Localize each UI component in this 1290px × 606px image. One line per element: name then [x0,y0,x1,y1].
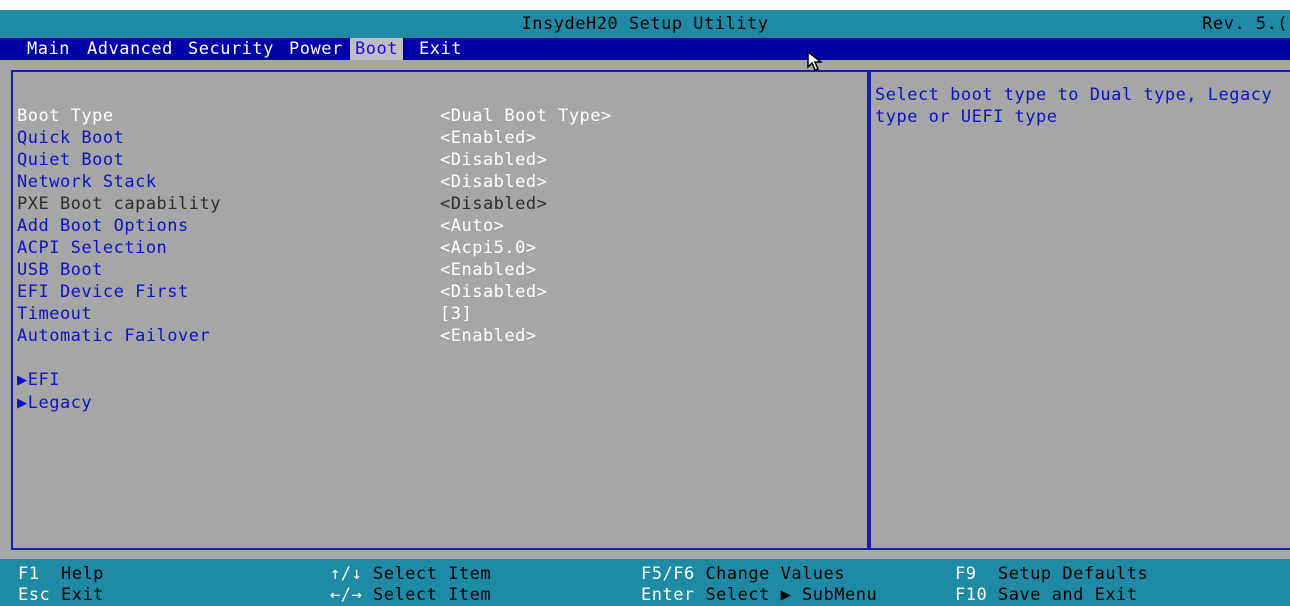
mouse-pointer-icon [807,50,824,71]
tab-boot[interactable]: Boot [350,38,403,60]
legend-select-item-horizontal: ←/→ Select Item [330,585,491,606]
legend-key: ←/→ [330,585,363,605]
setting-value[interactable]: <Dual Boot Type> [440,105,612,127]
content-area: Boot Type <Dual Boot Type> Quick Boot <E… [0,60,1290,559]
legend-exit: Esc Exit [18,585,104,606]
legend-key: Enter [641,585,695,605]
menu-bar: Main Advanced Security Power Boot Exit [0,38,1290,60]
tab-exit[interactable]: Exit [414,38,467,60]
setting-value[interactable]: <Acpi5.0> [440,237,537,259]
legend-key: ↑/↓ [330,564,363,584]
setting-label: Add Boot Options [17,216,189,236]
legend-desc: Help [60,564,104,584]
setting-value: <Disabled> [440,194,548,214]
setting-value[interactable]: <Enabled> [440,325,537,347]
title-bar: InsydeH20 Setup Utility Rev. 5.( [0,10,1290,38]
setting-value[interactable]: <Disabled> [440,171,547,193]
legend-help: F1 Help [18,564,104,585]
submenu-legacy[interactable]: ▶Legacy [17,392,92,414]
legend-setup-defaults: F9 Setup Defaults [955,564,1148,585]
tab-advanced[interactable]: Advanced [82,38,178,60]
help-line: type or UEFI type [875,107,1058,127]
legend-desc: Change Values [705,564,845,584]
top-strip [0,0,1290,10]
setting-value[interactable]: <Auto> [440,215,504,237]
settings-panel: Boot Type <Dual Boot Type> Quick Boot <E… [11,70,869,550]
legend-key: F10 [955,585,988,605]
setting-label: Quick Boot [17,128,125,148]
setting-label: ACPI Selection [17,238,168,258]
setting-value[interactable]: <Disabled> [440,149,547,171]
setting-label: Timeout [17,304,93,324]
legend-desc: Select Item [372,585,492,605]
setting-value[interactable]: <Enabled> [440,259,537,281]
help-panel: Select boot type to Dual type, Legacy ty… [869,70,1290,550]
legend-select-submenu: Enter Select ▶ SubMenu [641,585,877,606]
key-legend: F1 Help Esc Exit ↑/↓ Select Item ←/→ Sel… [0,559,1290,605]
legend-key: Esc [18,585,51,605]
legend-desc: Select Item [372,564,492,584]
legend-select-item-vertical: ↑/↓ Select Item [330,564,491,585]
help-line: Select boot type to Dual type, Legacy [875,85,1273,105]
legend-change-values: F5/F6 Change Values [641,564,845,585]
legend-key: F9 [955,564,977,584]
setting-label: EFI Device First [17,282,189,302]
legend-desc: Exit [60,585,104,605]
setting-value[interactable]: <Enabled> [440,127,537,149]
legend-save-and-exit: F10 Save and Exit [955,585,1138,606]
app-title: InsydeH20 Setup Utility [521,14,769,34]
setting-label: USB Boot [17,260,103,280]
tab-security[interactable]: Security [183,38,279,60]
setting-label: Automatic Failover [17,326,211,346]
legend-desc: Save and Exit [997,585,1138,605]
submenu-efi[interactable]: ▶EFI [17,369,60,391]
setting-label: Network Stack [17,172,157,192]
tab-main[interactable]: Main [22,38,75,60]
setting-label: Quiet Boot [17,150,125,170]
help-text: Select boot type to Dual type, Legacy ty… [875,84,1275,128]
setting-label: Boot Type [17,106,114,126]
legend-key: F5/F6 [641,564,695,584]
legend-desc: Setup Defaults [997,564,1149,584]
legend-desc: Select ▶ SubMenu [705,585,878,605]
setting-label: PXE Boot capability [17,194,221,214]
tab-power[interactable]: Power [284,38,348,60]
setting-value[interactable]: <Disabled> [440,281,547,303]
setting-value[interactable]: [3] [440,303,472,325]
legend-key: F1 [18,564,40,584]
revision-label: Rev. 5.( [1202,14,1288,34]
